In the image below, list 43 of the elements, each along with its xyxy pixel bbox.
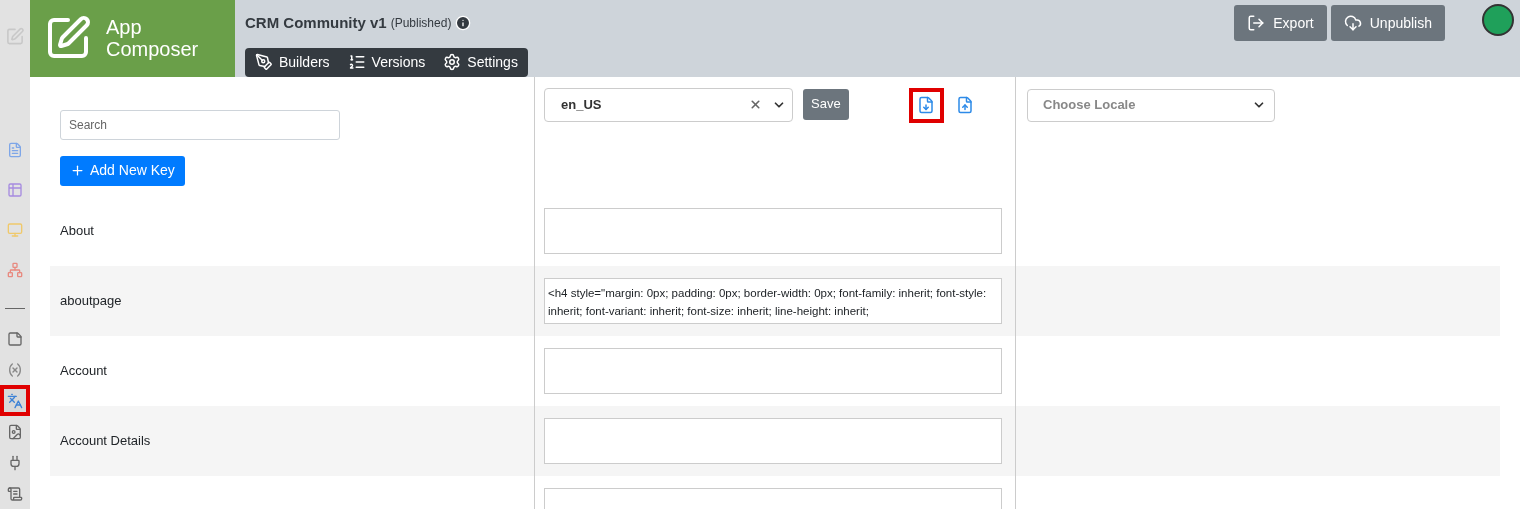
table-icon	[7, 181, 23, 198]
app-name: App Composer	[106, 16, 200, 61]
settings-icon	[443, 53, 462, 71]
key-label: Account Details	[60, 431, 151, 450]
sidebar-item[interactable]	[0, 385, 30, 416]
translate-icon	[7, 392, 23, 409]
scroll-icon	[7, 485, 23, 502]
nav-tab[interactable]: Versions	[347, 51, 426, 73]
file-download-icon	[917, 96, 936, 114]
monitor-icon	[7, 221, 23, 238]
translation-field[interactable]	[544, 347, 1002, 394]
nav-tab[interactable]: Builders	[255, 51, 330, 73]
export-icon	[1247, 14, 1266, 32]
avatar[interactable]	[1482, 4, 1514, 36]
key-label: About	[60, 221, 94, 240]
plus-icon	[70, 163, 85, 178]
locale-select[interactable]: en_US	[544, 87, 793, 122]
publish-status: (Published)	[390, 15, 452, 33]
image-file-icon	[7, 423, 23, 440]
file-action-button[interactable]	[908, 87, 944, 123]
header-action-button[interactable]: Export	[1234, 5, 1327, 41]
add-key-button[interactable]: Add New Key	[60, 155, 185, 186]
locale-select[interactable]: Choose Locale	[1027, 88, 1275, 122]
nav-tab[interactable]: Settings	[443, 51, 518, 73]
variable-icon	[7, 361, 23, 378]
document-icon	[7, 141, 23, 158]
key-label: Account	[60, 361, 107, 380]
plug-icon	[7, 454, 23, 471]
app-title: CRM Community v1	[245, 13, 387, 33]
translation-field[interactable]: <h4 style="margin: 0px; padding: 0px; border-width: 0px; font-family: inherit; font-style: inherit; font-variant: inherit; font-size: inherit; line-height: inherit;	[544, 277, 1002, 324]
note-icon	[7, 330, 23, 347]
list-icon	[347, 53, 366, 71]
hierarchy-icon	[7, 261, 23, 278]
save-button[interactable]: Save	[803, 88, 849, 120]
key-label: aboutpage	[60, 291, 122, 310]
file-upload-icon	[956, 96, 975, 114]
translation-field[interactable]	[544, 417, 1002, 464]
clear-icon[interactable]	[749, 98, 762, 111]
translation-field[interactable]	[544, 207, 1002, 254]
search-field[interactable]: Search	[60, 109, 340, 140]
cloud-icon	[1343, 14, 1362, 32]
info-icon[interactable]	[455, 15, 472, 32]
header-action-button[interactable]: Unpublish	[1330, 5, 1445, 41]
